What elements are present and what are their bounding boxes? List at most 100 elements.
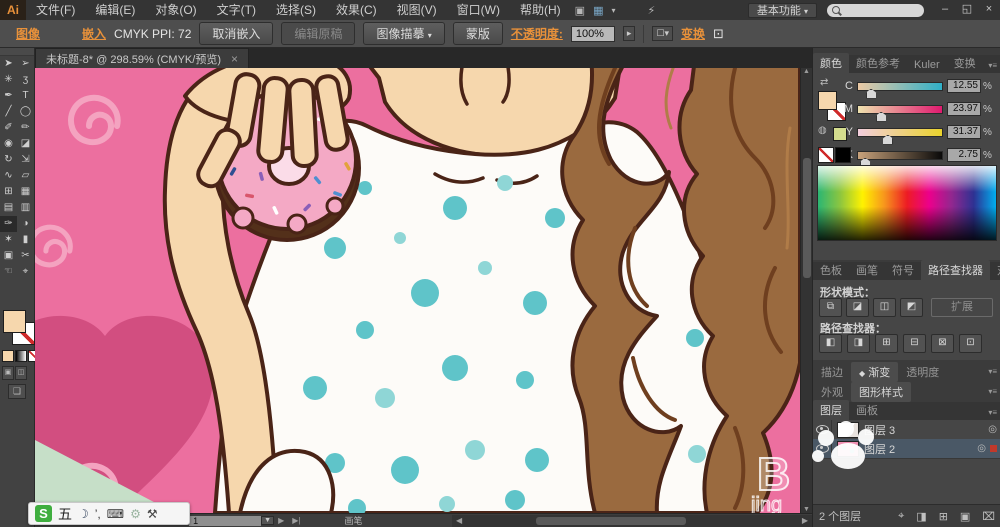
minus-front-icon[interactable]: ◪ <box>846 298 869 317</box>
hand-tool[interactable]: ☜ <box>0 264 17 280</box>
crop-icon[interactable]: ⊟ <box>903 334 926 353</box>
tab-color[interactable]: 颜色 <box>813 53 849 73</box>
merge-icon[interactable]: ⊞ <box>875 334 898 353</box>
keyboard-icon[interactable]: ⌨ <box>107 507 124 521</box>
menu-type[interactable]: 文字(T) <box>207 0 266 20</box>
unite-icon[interactable]: ⧉ <box>819 298 842 317</box>
lasso-tool[interactable]: ʒ <box>17 72 34 88</box>
magenta-value-field[interactable]: 23.97 <box>947 102 981 116</box>
tab-align[interactable]: 对齐 <box>990 260 1000 280</box>
tab-close-icon[interactable]: × <box>231 52 238 66</box>
wrench-icon[interactable]: ⚒ <box>147 507 158 521</box>
blob-brush-tool[interactable]: ◉ <box>0 136 17 152</box>
swap-colors-icon[interactable]: ⇄ <box>820 77 828 88</box>
workspace-switcher[interactable]: 基本功能 ▾ <box>747 2 817 18</box>
black-value-field[interactable]: 2.75 <box>947 148 981 162</box>
tab-appearance[interactable]: 外观 <box>813 382 851 402</box>
tab-stroke[interactable]: 描边 <box>813 362 851 382</box>
new-sublayer-icon[interactable]: ⊞ <box>933 510 954 523</box>
color-button[interactable] <box>2 350 14 362</box>
eraser-tool[interactable]: ◪ <box>17 136 34 152</box>
target-icon[interactable]: ◎ <box>988 424 1000 435</box>
vertical-scroll-thumb[interactable] <box>803 158 811 278</box>
none-swatch[interactable] <box>818 147 834 163</box>
magenta-slider[interactable] <box>857 104 943 122</box>
artboard-next-icon[interactable]: ▶ <box>274 516 288 525</box>
unembed-button[interactable]: 取消嵌入 <box>199 22 274 45</box>
tab-brushes[interactable]: 画笔 <box>849 260 885 280</box>
pencil-tool[interactable]: ✏ <box>17 120 34 136</box>
cyan-value-field[interactable]: 12.55 <box>947 79 981 93</box>
artboard-caret-icon[interactable]: ▼ <box>261 516 275 525</box>
opacity-label[interactable]: 不透明度: <box>511 25 563 42</box>
menu-effect[interactable]: 效果(C) <box>326 0 387 20</box>
restore-button[interactable]: ◱ <box>956 2 978 18</box>
draw-normal-icon[interactable]: ▣ <box>2 366 14 380</box>
ime-mode-toggle[interactable]: 五 <box>58 504 72 524</box>
scroll-right-icon[interactable]: ▶ <box>798 516 812 525</box>
expand-button[interactable]: 扩展 <box>931 298 993 317</box>
tab-pathfinder[interactable]: 路径查找器 <box>921 260 990 280</box>
blend-tool[interactable]: ◑ <box>17 216 34 232</box>
tab-symbols[interactable]: 符号 <box>885 260 921 280</box>
width-tool[interactable]: ∿ <box>0 168 17 184</box>
canvas[interactable]: B jing <box>35 68 800 513</box>
document-tab[interactable]: 未标题-8* @ 298.59% (CMYK/预览) × <box>35 48 250 68</box>
ellipse-tool[interactable]: ◯ <box>17 104 34 120</box>
screen-mode-icon[interactable]: ❏ <box>8 384 26 399</box>
menu-select[interactable]: 选择(S) <box>266 0 326 20</box>
slice-tool[interactable]: ✂ <box>17 248 34 264</box>
artboard-tool[interactable]: ▣ <box>0 248 17 264</box>
tab-swatches[interactable]: 色板 <box>813 260 849 280</box>
scroll-down-icon[interactable]: ▼ <box>801 506 812 513</box>
settings-icon[interactable]: ⚙ <box>130 507 141 521</box>
punctuation-icon[interactable]: ’, <box>95 507 101 521</box>
menu-edit[interactable]: 编辑(E) <box>85 0 145 20</box>
moon-icon[interactable]: ☽ <box>78 507 89 521</box>
perspective-grid-tool[interactable]: ▦ <box>17 184 34 200</box>
gradient-tool[interactable]: ▥ <box>17 200 34 216</box>
performance-icon[interactable]: ⚡ <box>643 4 659 17</box>
tab-transform[interactable]: 变换 <box>947 53 983 73</box>
sogou-logo-icon[interactable]: S <box>35 505 52 522</box>
scroll-left-icon[interactable]: ◀ <box>452 516 466 525</box>
horizontal-scrollbar[interactable]: ◀ ▶ <box>452 514 812 527</box>
eyedropper-tool[interactable]: ✑ <box>0 216 17 232</box>
select-similar-icon[interactable]: ☐▾ <box>652 26 673 41</box>
new-layer-icon[interactable]: ▣ <box>954 510 976 523</box>
image-trace-button[interactable]: 图像描摹 ▾ <box>363 22 445 45</box>
mesh-tool[interactable]: ▤ <box>0 200 17 216</box>
close-button[interactable]: × <box>978 2 1000 18</box>
menu-file[interactable]: 文件(F) <box>26 0 85 20</box>
symbol-sprayer-tool[interactable]: ✶ <box>0 232 17 248</box>
pen-tool[interactable]: ✒ <box>0 88 17 104</box>
selection-tool[interactable]: ➤ <box>0 56 17 72</box>
menu-object[interactable]: 对象(O) <box>145 0 206 20</box>
panel-menu-icon[interactable]: ▾≡ <box>984 364 1000 379</box>
isolate-selected-icon[interactable]: ⊡ <box>713 26 724 42</box>
magic-wand-tool[interactable]: ✳ <box>0 72 17 88</box>
yellow-value-field[interactable]: 31.37 <box>947 125 981 139</box>
locate-object-icon[interactable]: ⌖ <box>892 510 910 523</box>
tab-graphic-styles[interactable]: 图形样式 <box>851 381 911 402</box>
black-slider[interactable] <box>857 150 943 168</box>
arrange-documents-icon[interactable]: ▦ <box>589 4 607 17</box>
fill-color-swatch[interactable] <box>3 310 26 333</box>
slider-thumb[interactable] <box>865 88 877 99</box>
slider-thumb[interactable] <box>875 111 887 122</box>
outline-icon[interactable]: ⊠ <box>931 334 954 353</box>
target-icon[interactable]: ◎ <box>977 443 990 454</box>
divide-icon[interactable]: ◧ <box>819 334 842 353</box>
rotate-tool[interactable]: ↻ <box>0 152 17 168</box>
opacity-field[interactable]: 100% <box>570 25 615 42</box>
panel-menu-icon[interactable]: ▾≡ <box>984 384 1000 399</box>
zoom-tool[interactable]: ⌖ <box>17 264 34 280</box>
gradient-button[interactable] <box>15 350 27 362</box>
web-safe-icon[interactable]: ◍ <box>818 125 827 136</box>
menu-help[interactable]: 帮助(H) <box>510 0 571 20</box>
type-tool[interactable]: T <box>17 88 34 104</box>
slider-thumb[interactable] <box>882 134 894 145</box>
horizontal-scroll-thumb[interactable] <box>536 516 687 525</box>
exclude-icon[interactable]: ◩ <box>900 298 923 317</box>
fill-proxy-swatch[interactable] <box>818 91 837 110</box>
